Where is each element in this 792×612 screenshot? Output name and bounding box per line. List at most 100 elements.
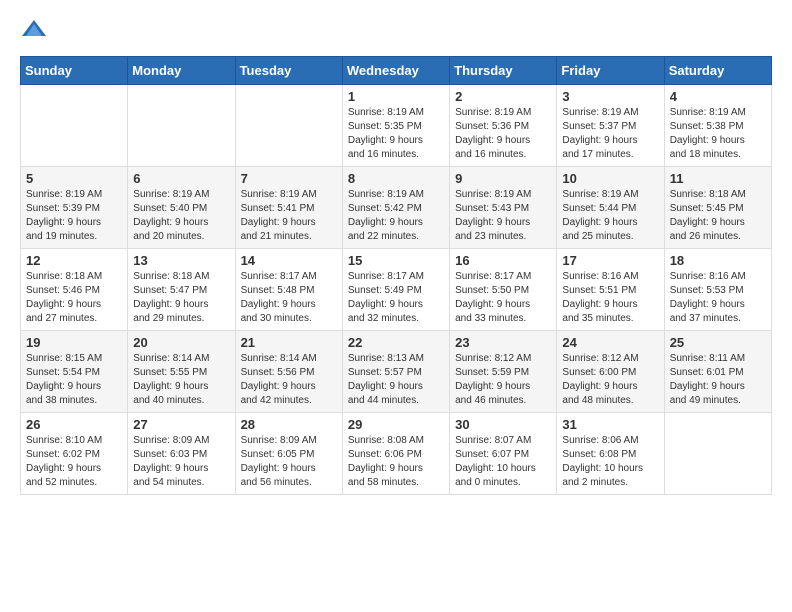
calendar-cell: 24Sunrise: 8:12 AM Sunset: 6:00 PM Dayli… (557, 331, 664, 413)
calendar-week-2: 5 Sunrise: 8:19 AM Sunset: 5:39 PM Daylig… (21, 167, 772, 249)
calendar-cell: 9 Sunrise: 8:19 AM Sunset: 5:43 PM Daylig… (450, 167, 557, 249)
day-info: Sunrise: 8:16 AM Sunset: 5:53 PM Dayligh… (670, 270, 766, 326)
day-number: 23 (455, 335, 551, 350)
calendar-cell: 2 Sunrise: 8:19 AM Sunset: 5:36 PM Daylig… (450, 85, 557, 167)
day-number: 21 (241, 335, 337, 350)
day-number: 29 (348, 417, 444, 432)
day-number: 26 (26, 417, 122, 432)
day-info: Sunrise: 8:14 AM Sunset: 5:55 PM Dayligh… (133, 352, 229, 408)
header (20, 16, 772, 44)
day-number: 4 (670, 89, 766, 104)
day-info: Sunrise: 8:18 AM Sunset: 5:45 PM Dayligh… (670, 188, 766, 244)
day-info: Sunrise: 8:17 AM Sunset: 5:48 PM Dayligh… (241, 270, 337, 326)
day-info: Sunrise: 8:08 AM Sunset: 6:06 PM Dayligh… (348, 434, 444, 490)
calendar-week-3: 12 Sunrise: 8:18 AM Sunset: 5:46 PM Dayli… (21, 249, 772, 331)
day-number: 27 (133, 417, 229, 432)
calendar-cell: 4 Sunrise: 8:19 AM Sunset: 5:38 PM Daylig… (664, 85, 771, 167)
day-number: 16 (455, 253, 551, 268)
calendar-cell: 25 Sunrise: 8:11 AM Sunset: 6:01 PM Dayli… (664, 331, 771, 413)
calendar-cell: 10 Sunrise: 8:19 AM Sunset: 5:44 PM Dayli… (557, 167, 664, 249)
calendar-week-4: 19 Sunrise: 8:15 AM Sunset: 5:54 PM Dayli… (21, 331, 772, 413)
day-info: Sunrise: 8:19 AM Sunset: 5:43 PM Dayligh… (455, 188, 551, 244)
day-number: 7 (241, 171, 337, 186)
weekday-header-tuesday: Tuesday (235, 57, 342, 85)
weekday-header-saturday: Saturday (664, 57, 771, 85)
day-info: Sunrise: 8:18 AM Sunset: 5:46 PM Dayligh… (26, 270, 122, 326)
day-info: Sunrise: 8:09 AM Sunset: 6:05 PM Dayligh… (241, 434, 337, 490)
weekday-header-sunday: Sunday (21, 57, 128, 85)
calendar-cell: 21 Sunrise: 8:14 AM Sunset: 5:56 PM Dayli… (235, 331, 342, 413)
day-number: 5 (26, 171, 122, 186)
calendar-cell: 19 Sunrise: 8:15 AM Sunset: 5:54 PM Dayli… (21, 331, 128, 413)
day-number: 6 (133, 171, 229, 186)
day-info: Sunrise: 8:09 AM Sunset: 6:03 PM Dayligh… (133, 434, 229, 490)
day-number: 20 (133, 335, 229, 350)
day-number: 25 (670, 335, 766, 350)
day-info: Sunrise: 8:19 AM Sunset: 5:36 PM Dayligh… (455, 106, 551, 162)
day-info: Sunrise: 8:06 AM Sunset: 6:08 PM Dayligh… (562, 434, 658, 490)
calendar-cell: 13Sunrise: 8:18 AM Sunset: 5:47 PM Dayli… (128, 249, 235, 331)
day-number: 9 (455, 171, 551, 186)
day-number: 12 (26, 253, 122, 268)
calendar-cell (664, 413, 771, 495)
day-number: 10 (562, 171, 658, 186)
calendar-cell: 22 Sunrise: 8:13 AM Sunset: 5:57 PM Dayli… (342, 331, 449, 413)
day-number: 8 (348, 171, 444, 186)
day-number: 18 (670, 253, 766, 268)
day-info: Sunrise: 8:11 AM Sunset: 6:01 PM Dayligh… (670, 352, 766, 408)
day-number: 13 (133, 253, 229, 268)
calendar-cell: 17Sunrise: 8:16 AM Sunset: 5:51 PM Dayli… (557, 249, 664, 331)
day-info: Sunrise: 8:19 AM Sunset: 5:44 PM Dayligh… (562, 188, 658, 244)
day-info: Sunrise: 8:15 AM Sunset: 5:54 PM Dayligh… (26, 352, 122, 408)
calendar-cell: 11Sunrise: 8:18 AM Sunset: 5:45 PM Dayli… (664, 167, 771, 249)
calendar-table: SundayMondayTuesdayWednesdayThursdayFrid… (20, 56, 772, 495)
weekday-header-monday: Monday (128, 57, 235, 85)
calendar-cell: 31Sunrise: 8:06 AM Sunset: 6:08 PM Dayli… (557, 413, 664, 495)
calendar-cell (21, 85, 128, 167)
calendar-cell: 18 Sunrise: 8:16 AM Sunset: 5:53 PM Dayli… (664, 249, 771, 331)
day-number: 19 (26, 335, 122, 350)
day-info: Sunrise: 8:10 AM Sunset: 6:02 PM Dayligh… (26, 434, 122, 490)
logo-icon (20, 16, 48, 44)
calendar-week-1: 1Sunrise: 8:19 AM Sunset: 5:35 PM Daylig… (21, 85, 772, 167)
calendar-cell: 23Sunrise: 8:12 AM Sunset: 5:59 PM Dayli… (450, 331, 557, 413)
weekday-header-friday: Friday (557, 57, 664, 85)
calendar-cell: 28 Sunrise: 8:09 AM Sunset: 6:05 PM Dayli… (235, 413, 342, 495)
calendar-cell: 15 Sunrise: 8:17 AM Sunset: 5:49 PM Dayli… (342, 249, 449, 331)
day-info: Sunrise: 8:19 AM Sunset: 5:41 PM Dayligh… (241, 188, 337, 244)
calendar-cell: 7 Sunrise: 8:19 AM Sunset: 5:41 PM Daylig… (235, 167, 342, 249)
weekday-header-wednesday: Wednesday (342, 57, 449, 85)
day-number: 22 (348, 335, 444, 350)
day-info: Sunrise: 8:14 AM Sunset: 5:56 PM Dayligh… (241, 352, 337, 408)
day-number: 14 (241, 253, 337, 268)
calendar-cell: 29 Sunrise: 8:08 AM Sunset: 6:06 PM Dayli… (342, 413, 449, 495)
calendar-cell: 3 Sunrise: 8:19 AM Sunset: 5:37 PM Daylig… (557, 85, 664, 167)
day-number: 17 (562, 253, 658, 268)
day-number: 15 (348, 253, 444, 268)
calendar-cell: 12 Sunrise: 8:18 AM Sunset: 5:46 PM Dayli… (21, 249, 128, 331)
day-info: Sunrise: 8:19 AM Sunset: 5:38 PM Dayligh… (670, 106, 766, 162)
day-number: 3 (562, 89, 658, 104)
day-info: Sunrise: 8:19 AM Sunset: 5:37 PM Dayligh… (562, 106, 658, 162)
day-number: 2 (455, 89, 551, 104)
day-info: Sunrise: 8:19 AM Sunset: 5:40 PM Dayligh… (133, 188, 229, 244)
calendar-cell: 6 Sunrise: 8:19 AM Sunset: 5:40 PM Daylig… (128, 167, 235, 249)
logo (20, 16, 52, 44)
calendar-cell (235, 85, 342, 167)
calendar-cell: 16Sunrise: 8:17 AM Sunset: 5:50 PM Dayli… (450, 249, 557, 331)
day-number: 1 (348, 89, 444, 104)
day-info: Sunrise: 8:17 AM Sunset: 5:49 PM Dayligh… (348, 270, 444, 326)
day-number: 30 (455, 417, 551, 432)
weekday-header-row: SundayMondayTuesdayWednesdayThursdayFrid… (21, 57, 772, 85)
calendar-cell: 20 Sunrise: 8:14 AM Sunset: 5:55 PM Dayli… (128, 331, 235, 413)
weekday-header-thursday: Thursday (450, 57, 557, 85)
calendar-week-5: 26 Sunrise: 8:10 AM Sunset: 6:02 PM Dayli… (21, 413, 772, 495)
calendar-cell: 5 Sunrise: 8:19 AM Sunset: 5:39 PM Daylig… (21, 167, 128, 249)
day-number: 28 (241, 417, 337, 432)
day-info: Sunrise: 8:19 AM Sunset: 5:39 PM Dayligh… (26, 188, 122, 244)
day-info: Sunrise: 8:19 AM Sunset: 5:42 PM Dayligh… (348, 188, 444, 244)
calendar-cell: 27 Sunrise: 8:09 AM Sunset: 6:03 PM Dayli… (128, 413, 235, 495)
calendar-cell: 26 Sunrise: 8:10 AM Sunset: 6:02 PM Dayli… (21, 413, 128, 495)
day-info: Sunrise: 8:13 AM Sunset: 5:57 PM Dayligh… (348, 352, 444, 408)
calendar-cell (128, 85, 235, 167)
